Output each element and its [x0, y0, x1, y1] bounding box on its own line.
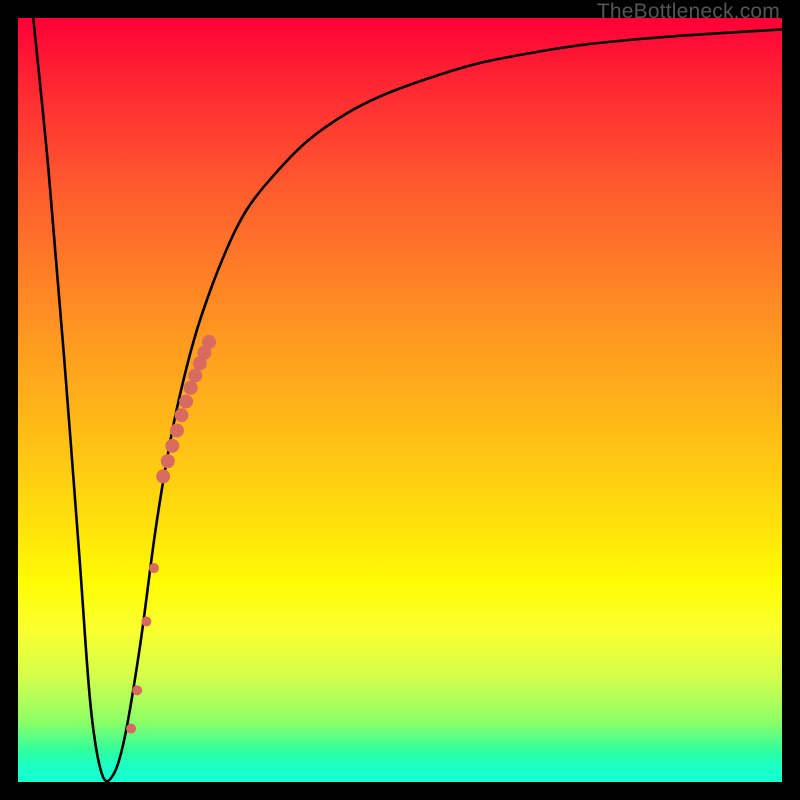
highlight-point	[132, 685, 142, 695]
highlight-point	[126, 724, 136, 734]
highlight-point	[202, 335, 216, 349]
highlight-point	[149, 563, 159, 573]
highlight-point	[175, 408, 189, 422]
highlight-point	[184, 381, 198, 395]
highlight-scatter	[126, 335, 216, 734]
highlight-point	[179, 395, 193, 409]
plot-area	[18, 18, 782, 782]
highlight-point	[165, 439, 179, 453]
highlight-point	[188, 369, 202, 383]
highlight-point	[170, 424, 184, 438]
highlight-point	[141, 617, 151, 627]
highlight-point	[156, 469, 170, 483]
chart-frame: TheBottleneck.com	[0, 0, 800, 800]
bottleneck-curve	[33, 18, 782, 781]
watermark-text: TheBottleneck.com	[597, 0, 780, 24]
chart-svg	[18, 18, 782, 782]
highlight-point	[161, 454, 175, 468]
